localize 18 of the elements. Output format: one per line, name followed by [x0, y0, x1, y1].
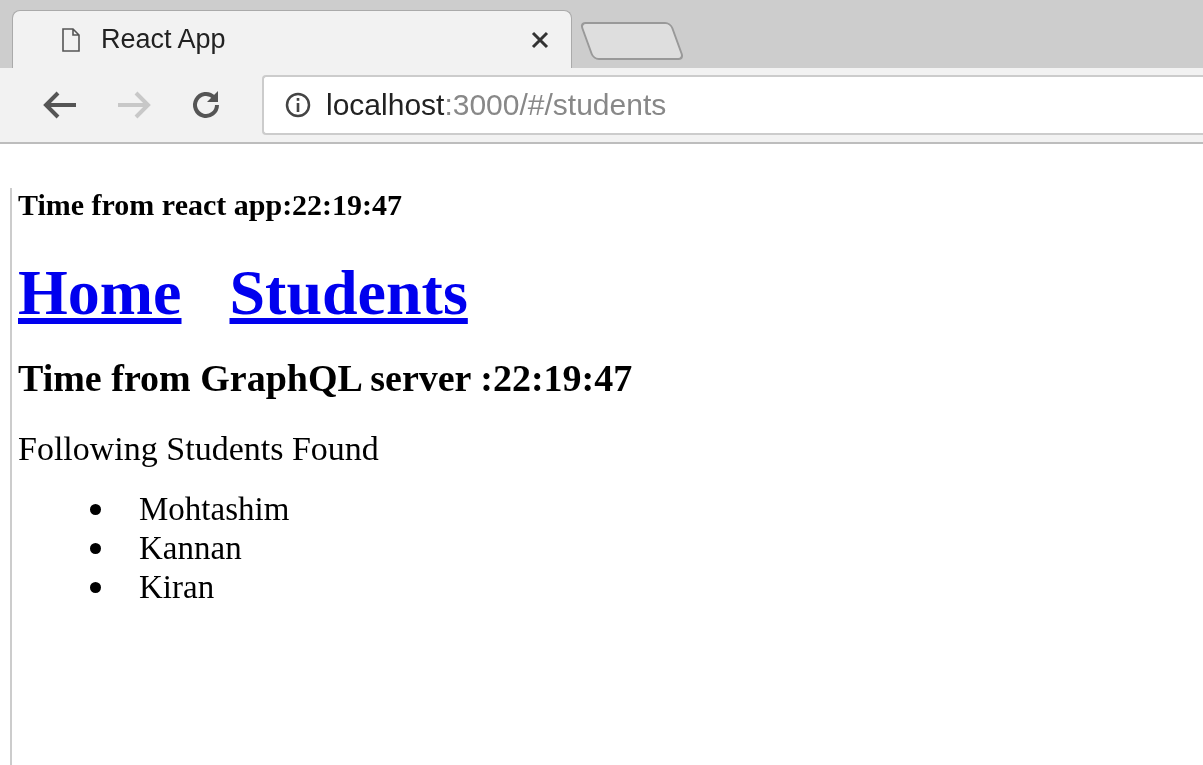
bullet-icon: [90, 582, 101, 594]
page-icon: [61, 27, 81, 52]
address-field[interactable]: localhost:3000/#/students: [262, 75, 1203, 135]
app-time: Time from react app:22:19:47: [18, 188, 404, 222]
bullet-icon: [90, 543, 101, 555]
url-path: :3000/#/students: [444, 88, 667, 122]
url-host: localhost: [326, 88, 445, 122]
browser-tab[interactable]: React App: [12, 10, 572, 68]
student-name: Kannan: [139, 529, 242, 569]
list-heading: Following Students Found: [18, 430, 380, 469]
info-icon: [284, 91, 312, 119]
student-name: Mohtashim: [139, 490, 290, 530]
nav-link[interactable]: Students: [229, 258, 468, 329]
bullet-icon: [90, 504, 101, 516]
tab-title: React App: [101, 24, 227, 55]
nav-link[interactable]: Home: [18, 258, 182, 329]
server-time: Time from GraphQL server :22:19:47: [18, 356, 634, 401]
student-name: Kiran: [139, 568, 215, 608]
